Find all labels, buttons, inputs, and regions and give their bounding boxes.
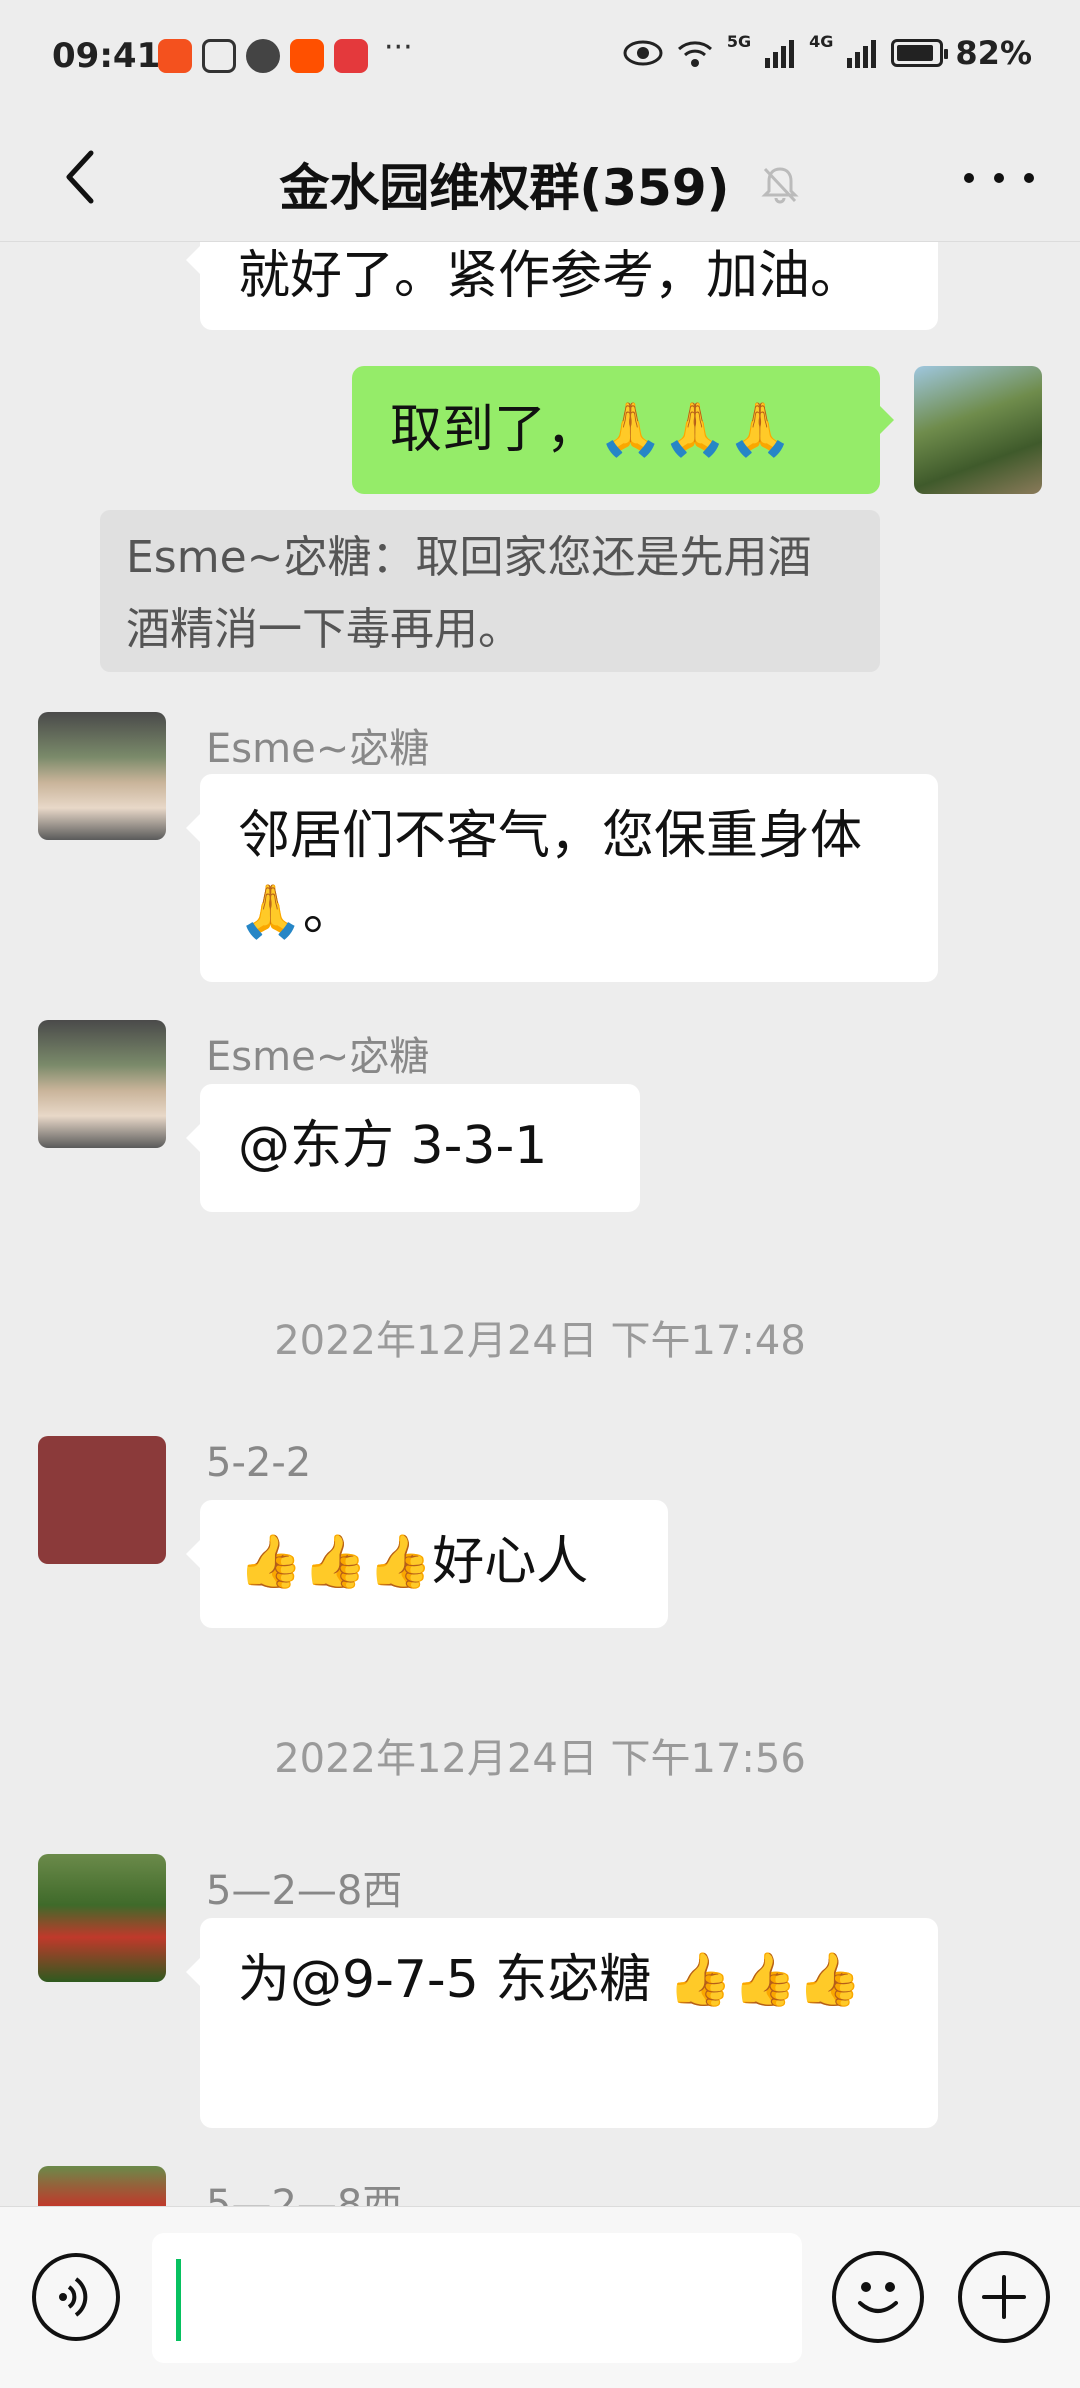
chat-messages[interactable]: 就好了。紧作参考，加油。 取到了，🙏🙏🙏 Esme~宓糖：取回家您还是先用酒酒精… xyxy=(0,242,1080,2206)
music-icon xyxy=(246,38,280,73)
message-input[interactable] xyxy=(152,2233,802,2363)
message-timestamp: 2022年12月24日 下午17:56 xyxy=(274,1736,806,1782)
sender-avatar[interactable] xyxy=(38,2166,166,2206)
dot-icon xyxy=(1024,173,1034,183)
page-title: 金水园维权群(359) xyxy=(279,159,730,217)
sender-avatar[interactable] xyxy=(38,1436,166,1564)
signal-5g-label: 5G xyxy=(726,31,752,51)
message-text: 邻居们不客气，您保重身体🙏。 xyxy=(238,806,863,942)
sender-avatar[interactable] xyxy=(38,712,166,840)
text-cursor xyxy=(176,2259,181,2341)
message-timestamp: 2022年12月24日 下午17:48 xyxy=(274,1318,806,1364)
my-message-bubble[interactable]: 取到了，🙏🙏🙏 xyxy=(352,366,894,494)
more-options-button[interactable] xyxy=(964,158,1034,198)
title-area: 金水园维权群(359) xyxy=(0,148,1080,220)
signal-bars-icon-2 xyxy=(847,40,877,68)
sender-name: Esme~宓糖 xyxy=(206,726,430,772)
sender-name: 5—2—8西 xyxy=(206,2182,403,2206)
signal-bars-icon xyxy=(765,40,795,68)
signal-4g-label: 4G xyxy=(809,31,834,51)
plus-icon xyxy=(982,2275,1026,2319)
sender-name: 5—2—8西 xyxy=(206,1868,403,1914)
input-bar xyxy=(0,2206,1080,2388)
wifi-icon xyxy=(677,41,712,67)
my-avatar[interactable] xyxy=(914,366,1042,494)
voice-input-button[interactable] xyxy=(32,2253,120,2341)
message-text: 取到了，🙏🙏🙏 xyxy=(390,400,793,460)
message-bubble[interactable]: 邻居们不客气，您保重身体🙏。 xyxy=(186,774,938,982)
sender-avatar[interactable] xyxy=(38,1854,166,1982)
dot-icon xyxy=(964,173,974,183)
tmall-icon xyxy=(334,38,368,73)
status-time: 09:41 xyxy=(52,36,161,76)
message-text: 为@9-7-5 东宓糖 👍👍👍 xyxy=(238,1950,863,2010)
hand-icon xyxy=(202,38,236,73)
battery-percent: 82% xyxy=(955,34,1032,72)
sender-name: 5-2-2 xyxy=(206,1440,312,1486)
voice-icon xyxy=(59,2277,88,2317)
app-notification-icon xyxy=(158,38,192,73)
message-bubble[interactable]: 为@9-7-5 东宓糖 👍👍👍 xyxy=(186,1918,938,2128)
taobao-icon xyxy=(290,38,324,73)
message-text: 👍👍👍好心人 xyxy=(238,1532,589,1592)
system-status: 5G 4G 82% xyxy=(623,31,1032,72)
dot-icon xyxy=(994,173,1004,183)
message-bubble[interactable]: 就好了。紧作参考，加油。 xyxy=(186,242,938,330)
message-text: @东方 3-3-1 xyxy=(238,1116,548,1176)
notification-icons: ··· xyxy=(158,30,413,73)
chat-header: 金水园维权群(359) xyxy=(0,118,1080,242)
emoji-button[interactable] xyxy=(832,2251,924,2343)
more-features-button[interactable] xyxy=(958,2251,1050,2343)
battery-icon xyxy=(891,39,949,67)
more-notifications-icon: ··· xyxy=(384,30,413,65)
eye-icon xyxy=(623,40,663,66)
message-bubble[interactable]: 👍👍👍好心人 xyxy=(186,1500,668,1628)
smile-icon xyxy=(858,2282,898,2313)
message-text: 就好了。紧作参考，加油。 xyxy=(238,246,863,306)
status-bar: 09:41 ··· 5G 4G 82% xyxy=(0,0,1080,118)
quoted-message[interactable]: Esme~宓糖：取回家您还是先用酒酒精消一下毒再用。 xyxy=(100,510,880,672)
quoted-text: Esme~宓糖：取回家您还是先用酒酒精消一下毒再用。 xyxy=(126,532,812,655)
mute-bell-icon xyxy=(760,167,799,204)
message-bubble[interactable]: @东方 3-3-1 xyxy=(186,1084,640,1212)
sender-avatar[interactable] xyxy=(38,1020,166,1148)
sender-name: Esme~宓糖 xyxy=(206,1034,430,1080)
